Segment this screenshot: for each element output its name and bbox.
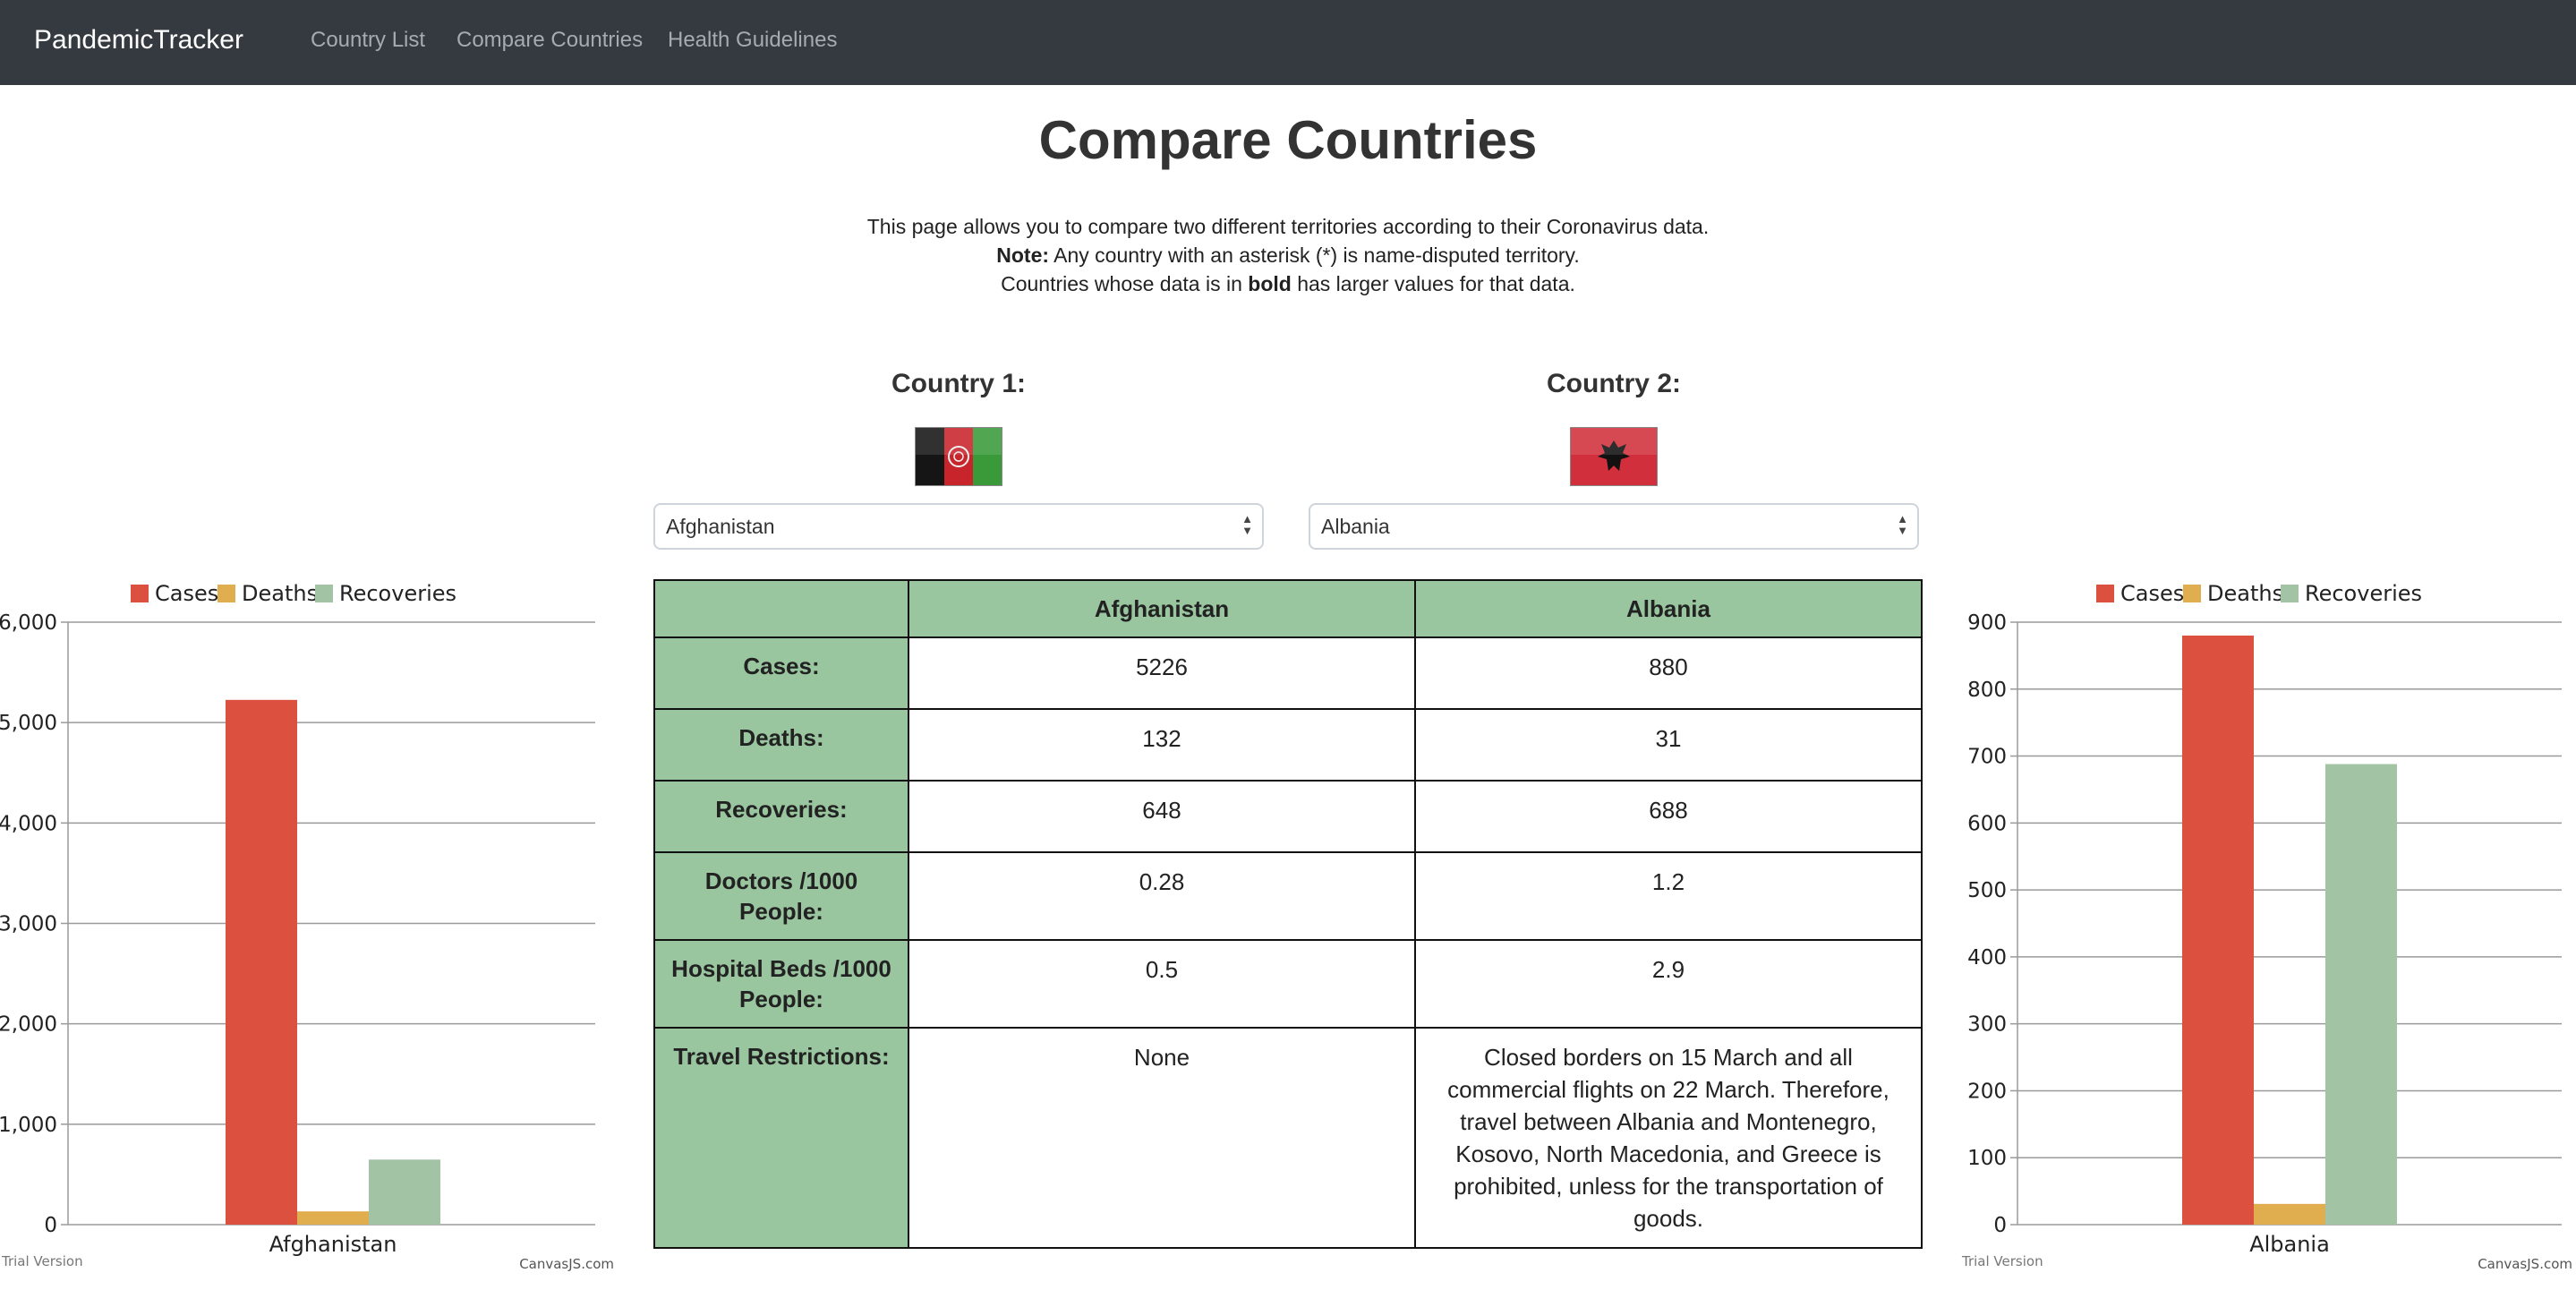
- country1-select[interactable]: Afghanistan ▲ ▼: [653, 503, 1264, 550]
- cell-country1: 132: [908, 708, 1416, 782]
- bold-word: bold: [1248, 272, 1292, 295]
- country2-select-value: Albania: [1321, 515, 1390, 538]
- y-tick-label: 900: [1967, 611, 2007, 635]
- country1-bar-chart: Cases Deaths Recoveries 0 1,000 2,000 3,000 4,0…: [0, 581, 614, 1272]
- table-row: Cases: 5226 880: [653, 636, 1923, 710]
- row-label: Travel Restrictions:: [653, 1027, 909, 1249]
- cell-country2: Closed borders on 15 March and all comme…: [1414, 1027, 1923, 1249]
- y-tick-label: 2,000: [0, 1013, 57, 1037]
- country1-select-value: Afghanistan: [666, 515, 775, 538]
- cell-country1: 0.5: [908, 939, 1416, 1029]
- trial-version-text: Trial Version: [1, 1253, 83, 1269]
- bar-cases: [226, 699, 297, 1225]
- select-arrows-icon: ▲ ▼: [1897, 512, 1908, 537]
- y-tick-label: 4,000: [0, 812, 57, 835]
- canvasjs-credit: CanvasJS.com: [2478, 1256, 2572, 1272]
- bold-post: has larger values for that data.: [1291, 272, 1575, 295]
- nav-country-list[interactable]: Country List: [311, 28, 425, 53]
- row-label: Hospital Beds /1000 People:: [653, 939, 909, 1029]
- legend-label-recoveries: Recoveries: [339, 581, 456, 606]
- cell-country2: 688: [1414, 780, 1923, 853]
- row-label: Recoveries:: [653, 780, 909, 853]
- cell-country1: 0.28: [908, 851, 1416, 941]
- bold-explanation-line: Countries whose data is in bold has larg…: [0, 272, 2576, 296]
- table-row: Recoveries: 648 688: [653, 780, 1923, 853]
- country2-label: Country 2:: [1547, 369, 1681, 398]
- y-tick-label: 3,000: [0, 913, 57, 936]
- country1-label: Country 1:: [891, 369, 1026, 398]
- legend-label-deaths: Deaths: [242, 581, 318, 606]
- nav-health-guidelines[interactable]: Health Guidelines: [668, 28, 837, 53]
- y-tick-label: 0: [44, 1214, 57, 1237]
- legend-swatch-deaths: [2183, 585, 2201, 602]
- y-tick-label: 700: [1967, 746, 2007, 769]
- country2-select[interactable]: Albania ▲ ▼: [1309, 503, 1919, 550]
- table-header-row: Afghanistan Albania: [653, 579, 1923, 638]
- select-arrows-icon: ▲ ▼: [1241, 512, 1253, 537]
- table-row: Deaths: 132 31: [653, 708, 1923, 782]
- cell-country1: None: [908, 1027, 1416, 1249]
- legend-swatch-recoveries: [315, 585, 333, 602]
- canvasjs-credit: CanvasJS.com: [519, 1256, 614, 1272]
- y-tick-label: 6,000: [0, 611, 57, 635]
- note-line: Note: Any country with an asterisk (*) i…: [0, 243, 2576, 268]
- cell-country2: 31: [1414, 708, 1923, 782]
- legend-label-deaths: Deaths: [2207, 581, 2283, 606]
- table-header-country2: Albania: [1414, 579, 1923, 638]
- afghanistan-flag: [915, 427, 1002, 486]
- bar-deaths: [2254, 1203, 2325, 1225]
- navbar: PandemicTracker Country List Compare Cou…: [0, 0, 2576, 85]
- y-tick-label: 0: [1993, 1214, 2007, 1237]
- note-label: Note:: [996, 243, 1050, 267]
- bold-pre: Countries whose data is in: [1001, 272, 1249, 295]
- table-header-country1: Afghanistan: [908, 579, 1416, 638]
- note-text: Any country with an asterisk (*) is name…: [1049, 243, 1580, 267]
- legend-swatch-deaths: [218, 585, 235, 602]
- cell-country2: 880: [1414, 636, 1923, 710]
- bar-recoveries: [369, 1159, 440, 1225]
- y-tick-label: 300: [1967, 1013, 2007, 1037]
- page-title: Compare Countries: [1038, 110, 1538, 170]
- legend-swatch-cases: [131, 585, 149, 602]
- comparison-table: Afghanistan Albania Cases: 5226 880 Deat…: [653, 579, 1923, 1249]
- cell-country1: 5226: [908, 636, 1416, 710]
- cell-country1: 648: [908, 780, 1416, 853]
- y-tick-label: 100: [1967, 1147, 2007, 1170]
- legend-swatch-cases: [2096, 585, 2114, 602]
- nav-compare-countries[interactable]: Compare Countries: [456, 28, 643, 53]
- table-row: Travel Restrictions: None Closed borders…: [653, 1027, 1923, 1249]
- y-tick-label: 1,000: [0, 1114, 57, 1137]
- row-label: Deaths:: [653, 708, 909, 782]
- legend-swatch-recoveries: [2281, 585, 2299, 602]
- bar-deaths: [297, 1211, 369, 1225]
- trial-version-text: Trial Version: [1961, 1253, 2043, 1269]
- albania-flag: [1570, 427, 1658, 486]
- row-label: Doctors /1000 People:: [653, 851, 909, 941]
- y-tick-label: 500: [1967, 879, 2007, 902]
- y-tick-label: 200: [1967, 1080, 2007, 1103]
- cell-country2: 2.9: [1414, 939, 1923, 1029]
- table-row: Hospital Beds /1000 People: 0.5 2.9: [653, 939, 1923, 1029]
- brand-logo[interactable]: PandemicTracker: [34, 25, 243, 56]
- legend-label-recoveries: Recoveries: [2305, 581, 2422, 606]
- cell-country2: 1.2: [1414, 851, 1923, 941]
- x-category-label: Albania: [2249, 1232, 2330, 1257]
- bar-recoveries: [2325, 764, 2397, 1225]
- table-row: Doctors /1000 People: 0.28 1.2: [653, 851, 1923, 941]
- intro-line: This page allows you to compare two diff…: [866, 215, 1710, 238]
- bar-cases: [2182, 635, 2254, 1225]
- y-tick-label: 5,000: [0, 712, 57, 735]
- y-tick-label: 400: [1967, 946, 2007, 970]
- y-tick-label: 800: [1967, 679, 2007, 702]
- x-category-label: Afghanistan: [269, 1232, 397, 1257]
- y-tick-label: 600: [1967, 812, 2007, 835]
- table-header-blank: [653, 579, 909, 638]
- legend-label-cases: Cases: [155, 581, 218, 606]
- country2-bar-chart: Cases Deaths Recoveries 0 100 200 300 400 500 600…: [1961, 581, 2572, 1272]
- row-label: Cases:: [653, 636, 909, 710]
- legend-label-cases: Cases: [2120, 581, 2184, 606]
